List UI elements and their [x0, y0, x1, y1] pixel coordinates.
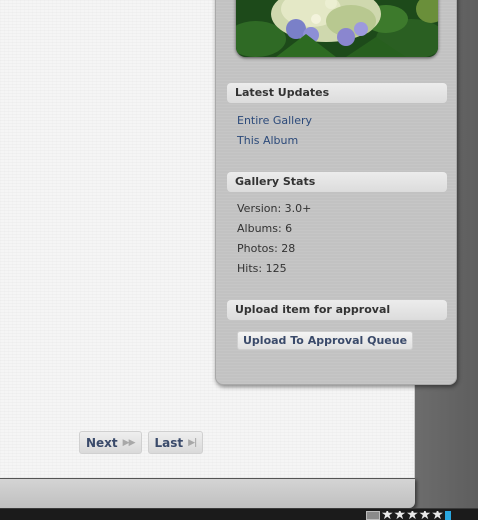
next-page-label: Next	[86, 435, 118, 450]
upload-to-approval-queue-button[interactable]: Upload To Approval Queue	[237, 331, 414, 350]
this-album-link[interactable]: This Album	[237, 134, 298, 147]
rating-box-icon	[366, 511, 380, 520]
album-thumbnail[interactable]	[236, 0, 438, 57]
stat-photos: Photos: 28	[237, 242, 296, 255]
last-page-button[interactable]: Last ▶|	[147, 431, 204, 454]
sidebar: Latest Updates Entire Gallery This Album…	[215, 0, 457, 385]
footer-bar	[0, 478, 415, 508]
skip-to-end-icon: ▶|	[188, 437, 197, 448]
next-page-button[interactable]: Next ▶▶	[79, 431, 142, 454]
last-page-label: Last	[154, 435, 184, 450]
fast-forward-icon: ▶▶	[122, 437, 136, 448]
latest-updates-title: Latest Updates	[227, 83, 447, 103]
stat-hits: Hits: 125	[237, 262, 287, 275]
upload-approval-title: Upload item for approval	[227, 300, 447, 320]
hydrangea-photo	[236, 0, 438, 57]
stat-version: Version: 3.0+	[237, 202, 312, 215]
gallery-stats-title: Gallery Stats	[227, 172, 447, 192]
accent-tab	[444, 511, 451, 520]
pager: Next ▶▶ Last ▶|	[79, 431, 204, 454]
entire-gallery-link[interactable]: Entire Gallery	[237, 114, 312, 127]
rating-widget[interactable]: ★★★★★	[366, 511, 451, 520]
star-rating-icons[interactable]: ★★★★★	[381, 511, 444, 520]
stat-albums: Albums: 6	[237, 222, 293, 235]
